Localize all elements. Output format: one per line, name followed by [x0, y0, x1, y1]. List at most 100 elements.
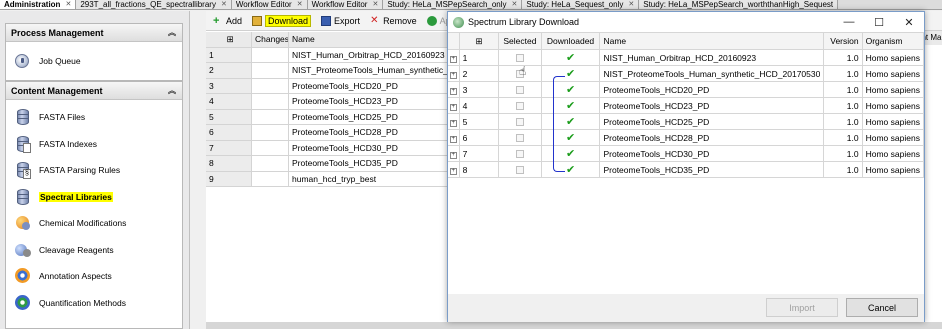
chemical-modifications-icon: [13, 213, 33, 233]
sidebar-item-spectral-libraries[interactable]: Spectral Libraries: [6, 184, 182, 211]
name-cell: ProteomeTools_HCD23_PD: [289, 94, 449, 110]
column-header-organism[interactable]: Organism: [861, 32, 925, 50]
panel-header[interactable]: Content Management ︽: [6, 82, 182, 100]
expand-row-icon[interactable]: +: [449, 88, 457, 95]
expand-row-icon[interactable]: +: [449, 104, 457, 111]
window-controls: — ☐ ✕: [834, 12, 924, 32]
downloaded-check-icon: ✔: [565, 163, 576, 176]
table-row[interactable]: + 8 ✔ ProteomeTools_HCD35_PD 1.0 Homo sa…: [448, 161, 925, 178]
selected-checkbox[interactable]: [515, 102, 524, 111]
expand-row-icon[interactable]: +: [449, 136, 457, 143]
add-button[interactable]: + Add: [210, 13, 245, 29]
name-cell: human_hcd_tryp_best: [289, 171, 449, 187]
changes-cell: [252, 94, 289, 110]
sidebar-item-fasta-indexes[interactable]: FASTA Indexes: [6, 131, 182, 158]
version-cell: 1.0: [823, 97, 863, 114]
panel-header[interactable]: Process Management ︽: [6, 24, 182, 42]
table-row[interactable]: 5 ProteomeTools_HCD25_PD: [206, 109, 449, 125]
cancel-button[interactable]: Cancel: [846, 298, 918, 317]
tab-spectral-library-study[interactable]: 293T_all_fractions_QE_spectrallibrary ✕: [76, 0, 232, 9]
column-header-name[interactable]: Name: [289, 32, 449, 48]
sidebar-item-fasta-parsing-rules[interactable]: § FASTA Parsing Rules: [6, 157, 182, 184]
organism-cell: Homo sapiens: [861, 113, 925, 130]
row-number: 7: [458, 145, 500, 162]
table-row[interactable]: 4 ProteomeTools_HCD23_PD: [206, 94, 449, 110]
remove-button[interactable]: ✕ Remove: [367, 13, 420, 29]
table-row[interactable]: 9 human_hcd_tryp_best: [206, 171, 449, 187]
expand-row-icon[interactable]: +: [449, 56, 457, 63]
tab-workflow-editor-1[interactable]: Workflow Editor ✕: [231, 0, 308, 9]
horizontal-scrollbar[interactable]: [206, 322, 942, 329]
close-icon[interactable]: ✕: [297, 0, 303, 9]
tab-study-sequest[interactable]: Study: HeLa_Sequest_only ✕: [522, 0, 640, 9]
downloaded-check-icon: ✔: [565, 131, 576, 144]
organism-cell: Homo sapiens: [861, 161, 925, 178]
downloaded-check-icon: ✔: [565, 147, 576, 160]
tab-administration[interactable]: Administration ✕: [0, 0, 77, 9]
table-row[interactable]: 2 NIST_ProteomeTools_Human_synthetic_H: [206, 63, 449, 79]
version-cell: 1.0: [823, 161, 863, 178]
cleavage-reagents-icon: [13, 240, 33, 260]
sidebar-item-cleavage-reagents[interactable]: Cleavage Reagents: [6, 237, 182, 264]
version-cell: 1.0: [823, 65, 863, 82]
tab-study-mspepsearch[interactable]: Study: HeLa_MSPepSearch_only ✕: [383, 0, 523, 9]
close-icon[interactable]: ✕: [894, 12, 924, 32]
close-icon[interactable]: ✕: [221, 0, 227, 9]
close-icon[interactable]: ✕: [628, 0, 634, 9]
sidebar-item-chemical-modifications[interactable]: Chemical Modifications: [6, 210, 182, 237]
collapse-chevron-icon[interactable]: ︽: [168, 24, 176, 42]
row-number: 3: [206, 78, 252, 94]
row-selector-header-icon[interactable]: ⊞: [458, 32, 500, 50]
tab-label: Administration: [4, 0, 61, 9]
import-button[interactable]: Import: [766, 298, 838, 317]
selected-checkbox[interactable]: [515, 86, 524, 95]
tab-label: 293T_all_fractions_QE_spectrallibrary: [80, 0, 216, 9]
selected-checkbox[interactable]: [515, 150, 524, 159]
sidebar-item-quantification-methods[interactable]: Quantification Methods: [6, 290, 182, 317]
row-number: 2: [458, 65, 500, 82]
expand-row-icon[interactable]: +: [449, 120, 457, 127]
name-cell: ProteomeTools_HCD28_PD: [599, 129, 825, 146]
column-header-changes[interactable]: Changes: [252, 32, 289, 48]
selected-checkbox[interactable]: [515, 54, 524, 63]
table-row[interactable]: + 7 ✔ ProteomeTools_HCD30_PD 1.0 Homo sa…: [448, 145, 925, 162]
selected-checkbox[interactable]: [515, 134, 524, 143]
close-icon[interactable]: ✕: [65, 0, 71, 9]
collapse-chevron-icon[interactable]: ︽: [168, 82, 176, 100]
table-row[interactable]: + 3 ✔ ProteomeTools_HCD20_PD 1.0 Homo sa…: [448, 81, 925, 98]
download-button[interactable]: Download: [249, 13, 314, 29]
document-tab-strip: Administration ✕ 293T_all_fractions_QE_sp…: [0, 0, 942, 10]
close-icon[interactable]: ✕: [372, 0, 378, 9]
export-button[interactable]: Export: [318, 13, 363, 29]
column-header-name[interactable]: Name: [599, 32, 825, 50]
table-row[interactable]: 3 ProteomeTools_HCD20_PD: [206, 78, 449, 94]
dialog-title-bar[interactable]: Spectrum Library Download — ☐ ✕: [448, 12, 924, 32]
minimize-icon[interactable]: —: [834, 12, 864, 32]
table-row[interactable]: + 6 ✔ ProteomeTools_HCD28_PD 1.0 Homo sa…: [448, 129, 925, 146]
tab-workflow-editor-2[interactable]: Workflow Editor ✕: [307, 0, 384, 9]
table-row[interactable]: 7 ProteomeTools_HCD30_PD: [206, 140, 449, 156]
table-row[interactable]: 6 ProteomeTools_HCD28_PD: [206, 125, 449, 141]
column-header-version[interactable]: Version: [823, 32, 863, 50]
sidebar-item-job-queue[interactable]: Job Queue: [6, 48, 182, 75]
selected-checkbox[interactable]: [515, 166, 524, 175]
sidebar-item-fasta-files[interactable]: FASTA Files: [6, 104, 182, 131]
table-row[interactable]: + 5 ✔ ProteomeTools_HCD25_PD 1.0 Homo sa…: [448, 113, 925, 130]
column-header-selected[interactable]: Selected: [498, 32, 542, 50]
expand-row-icon[interactable]: +: [449, 168, 457, 175]
name-cell: ProteomeTools_HCD25_PD: [599, 113, 825, 130]
maximize-icon[interactable]: ☐: [864, 12, 894, 32]
table-row[interactable]: 8 ProteomeTools_HCD35_PD: [206, 156, 449, 172]
close-icon[interactable]: ✕: [512, 0, 518, 9]
table-row[interactable]: + 4 ✔ ProteomeTools_HCD23_PD 1.0 Homo sa…: [448, 97, 925, 114]
tab-study-mspepsearch-worth[interactable]: Study: HeLa_MSPepSearch_worththanHigh_Se…: [639, 0, 839, 9]
dialog-footer: Import Cancel: [448, 294, 924, 322]
selected-checkbox[interactable]: [515, 118, 524, 127]
expand-row-icon[interactable]: +: [449, 72, 457, 79]
sidebar-item-annotation-aspects[interactable]: Annotation Aspects: [6, 263, 182, 290]
table-row[interactable]: 1 NIST_Human_Orbitrap_HCD_20160923: [206, 47, 449, 63]
column-header-downloaded[interactable]: Downloaded: [540, 32, 601, 50]
changes-cell: [252, 109, 289, 125]
row-selector-header-icon[interactable]: ⊞: [206, 32, 252, 48]
expand-row-icon[interactable]: +: [449, 152, 457, 159]
